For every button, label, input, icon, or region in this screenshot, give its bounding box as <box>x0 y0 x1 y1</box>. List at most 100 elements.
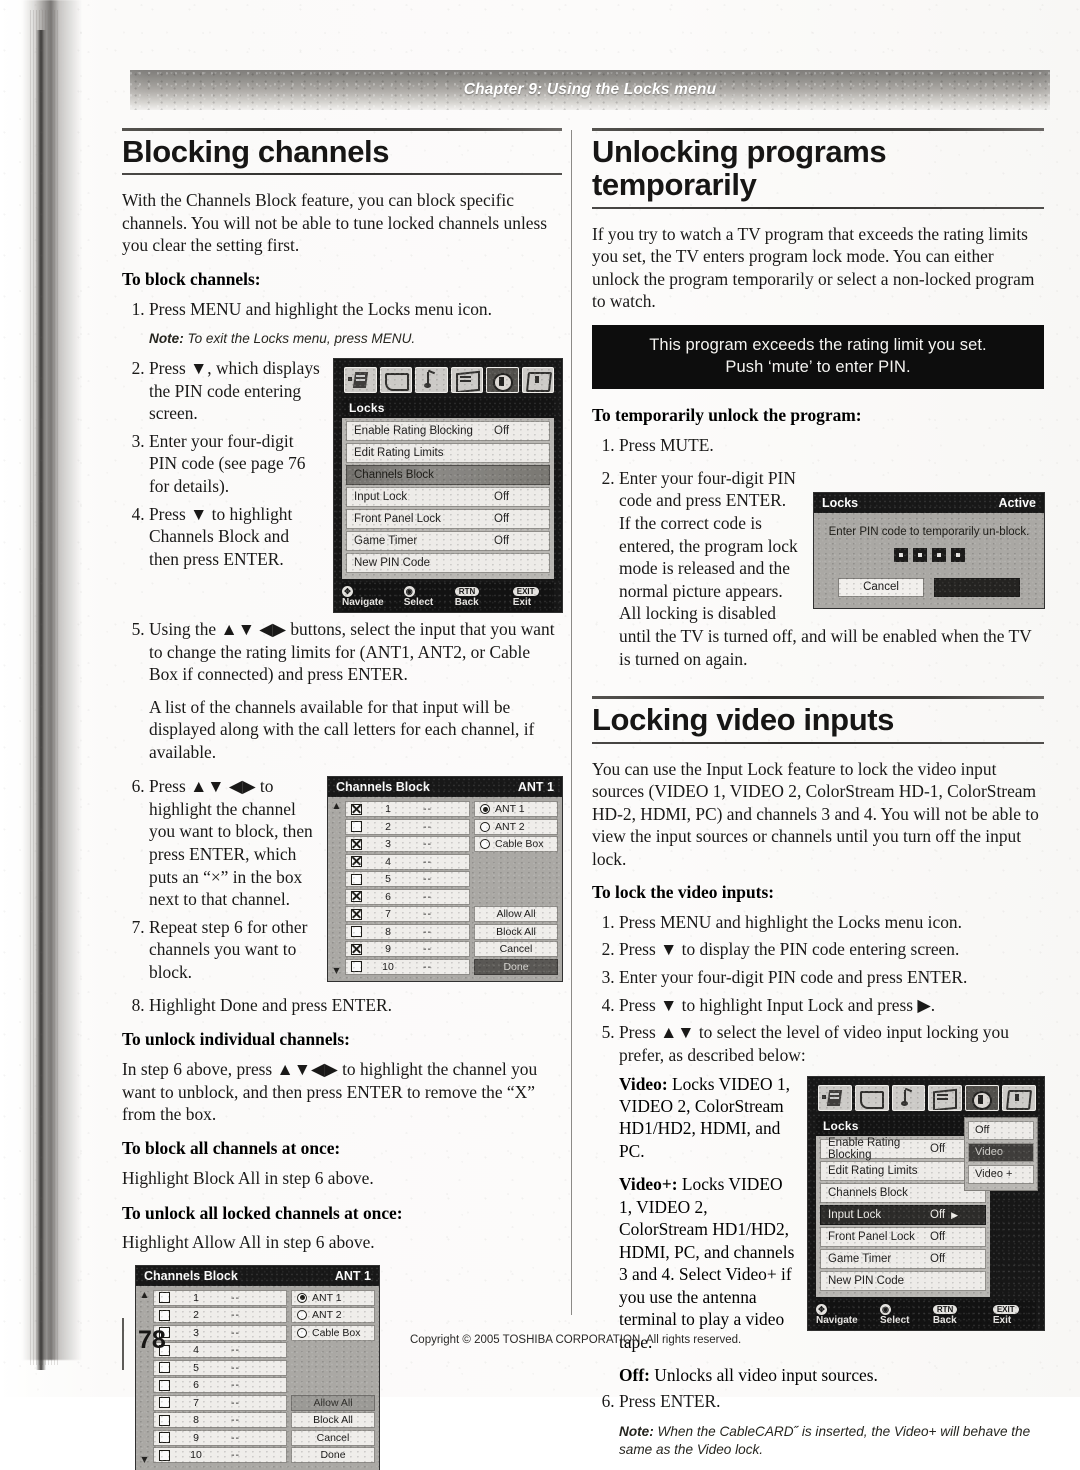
table-row[interactable]: 1 -- <box>153 1289 287 1306</box>
menu-item-input-lock[interactable]: Input Lock Off ▶ <box>820 1204 986 1225</box>
table-row[interactable]: 4 -- <box>345 853 470 870</box>
block-checkbox[interactable] <box>351 821 362 833</box>
menu-item-enable-rating-blocking[interactable]: Enable Rating Blocking Off <box>820 1137 986 1161</box>
input-lock-submenu[interactable]: Off Video Video + <box>964 1116 1038 1191</box>
pin-entry-field[interactable] <box>824 548 1034 563</box>
block-checkbox[interactable] <box>159 1397 170 1409</box>
antenna-icon[interactable] <box>344 366 377 393</box>
block-checkbox[interactable] <box>351 856 362 868</box>
pin-digit-2[interactable] <box>912 548 927 563</box>
menu-item-front-panel-lock[interactable]: Front Panel Lock Off <box>820 1226 986 1247</box>
table-row[interactable]: 2 -- <box>345 818 470 835</box>
table-row[interactable]: 2 -- <box>153 1307 287 1324</box>
menu-item-input-lock[interactable]: Input Lock Off <box>346 486 550 507</box>
pin-digit-1[interactable] <box>893 548 908 563</box>
setup-icon[interactable] <box>1002 1084 1036 1111</box>
block-checkbox[interactable] <box>351 961 362 973</box>
antenna-icon[interactable] <box>818 1084 852 1111</box>
settings-icon[interactable] <box>928 1084 963 1111</box>
menu-item-game-timer[interactable]: Game Timer Off <box>820 1248 986 1269</box>
confirm-button[interactable] <box>934 578 1020 598</box>
block-checkbox[interactable] <box>351 891 362 903</box>
radio-ant-2[interactable]: ANT 2 <box>474 818 558 835</box>
block-checkbox[interactable] <box>351 926 362 938</box>
table-row[interactable]: 10 -- <box>345 958 470 975</box>
radio-cable-box[interactable]: Cable Box <box>291 1324 375 1341</box>
table-row[interactable]: 3 -- <box>153 1324 287 1341</box>
cancel-button[interactable]: Cancel <box>838 578 924 598</box>
table-row[interactable]: 9 -- <box>345 941 470 958</box>
table-row[interactable]: 6 -- <box>153 1377 287 1394</box>
menu-item-front-panel-lock[interactable]: Front Panel Lock Off <box>346 508 550 529</box>
menu-item-edit-rating-limits[interactable]: Edit Rating Limits <box>820 1160 986 1181</box>
block-checkbox[interactable] <box>159 1432 170 1444</box>
scroll-indicator[interactable]: ▲ ▼ <box>332 801 341 976</box>
block-checkbox[interactable] <box>159 1379 170 1391</box>
radio-ant-2[interactable]: ANT 2 <box>291 1307 375 1324</box>
table-row[interactable]: 5 -- <box>345 871 470 888</box>
submenu-option-video[interactable]: Video <box>968 1142 1034 1162</box>
cancel-button[interactable]: Cancel <box>291 1429 375 1446</box>
osd-pin-dialog[interactable]: Locks Active Enter PIN code to temporari… <box>814 492 1044 609</box>
block-all-button[interactable]: Block All <box>291 1412 375 1429</box>
block-checkbox[interactable] <box>159 1449 170 1461</box>
table-row[interactable]: 3 -- <box>345 836 470 853</box>
table-row[interactable]: 1 -- <box>345 801 470 818</box>
block-checkbox[interactable] <box>351 908 362 920</box>
menu-item-new-pin-code[interactable]: New PIN Code <box>820 1270 986 1291</box>
menu-item-edit-rating-limits[interactable]: Edit Rating Limits <box>346 442 550 463</box>
audio-icon[interactable] <box>415 366 448 393</box>
block-checkbox[interactable] <box>351 803 362 815</box>
radio-cable-box[interactable]: Cable Box <box>474 836 558 853</box>
locks-icon[interactable] <box>965 1084 1000 1111</box>
done-button[interactable]: Done <box>291 1447 375 1464</box>
block-checkbox[interactable] <box>159 1414 170 1426</box>
table-row[interactable]: 8 -- <box>153 1412 287 1429</box>
scroll-up-arrow-icon[interactable]: ▲ <box>333 802 339 810</box>
scroll-down-arrow-icon[interactable]: ▼ <box>333 967 339 975</box>
audio-icon[interactable] <box>891 1084 926 1111</box>
table-row[interactable]: 6 -- <box>345 888 470 905</box>
block-checkbox[interactable] <box>351 873 362 885</box>
allow-all-button[interactable]: Allow All <box>291 1394 375 1411</box>
setup-icon[interactable] <box>521 366 554 393</box>
osd-locks-menu-1[interactable]: Locks Enable Rating Blocking Off Edit Ra… <box>334 358 562 612</box>
menu-item-enable-rating-blocking[interactable]: Enable Rating Blocking Off <box>346 420 550 441</box>
block-checkbox[interactable] <box>351 838 362 850</box>
allow-all-button[interactable]: Allow All <box>474 906 558 923</box>
picture-icon[interactable] <box>379 366 412 393</box>
osd-locks-menu-2[interactable]: Locks Enable Rating Blocking Off Edit Ra… <box>808 1076 1044 1330</box>
table-row[interactable]: 9 -- <box>153 1429 287 1446</box>
locks-icon[interactable] <box>486 366 519 393</box>
pin-digit-4[interactable] <box>950 548 965 563</box>
radio-ant-1[interactable]: ANT 1 <box>474 801 558 818</box>
block-all-button[interactable]: Block All <box>474 923 558 940</box>
menu-item-game-timer[interactable]: Game Timer Off <box>346 530 550 551</box>
osd-channels-block-2[interactable]: Channels Block ANT 1 ▲ ▼ 1 -- 2 -- 3 -- 4 --… <box>136 1265 379 1470</box>
scroll-down-arrow-icon[interactable]: ▼ <box>141 1455 147 1464</box>
osd-channels-block-1[interactable]: Channels Block ANT 1 ▲ ▼ 1 -- 2 -- 3 -- 4 --… <box>328 777 562 982</box>
submenu-option-video-plus[interactable]: Video + <box>968 1164 1034 1184</box>
block-checkbox[interactable] <box>159 1292 170 1304</box>
cancel-button[interactable]: Cancel <box>474 941 558 958</box>
pin-digit-3[interactable] <box>931 548 946 563</box>
done-button[interactable]: Done <box>474 958 558 975</box>
block-checkbox[interactable] <box>351 943 362 955</box>
submenu-option-off[interactable]: Off <box>968 1120 1034 1140</box>
block-checkbox[interactable] <box>159 1362 170 1374</box>
table-row[interactable]: 7 -- <box>153 1394 287 1411</box>
table-row[interactable]: 10 -- <box>153 1447 287 1464</box>
table-row[interactable]: 7 -- <box>345 906 470 923</box>
menu-item-channels-block[interactable]: Channels Block <box>820 1182 986 1203</box>
radio-ant-1[interactable]: ANT 1 <box>291 1289 375 1306</box>
menu-item-channels-block[interactable]: Channels Block <box>346 464 550 485</box>
scroll-indicator[interactable]: ▲ ▼ <box>140 1290 149 1465</box>
scroll-up-arrow-icon[interactable]: ▲ <box>141 1290 147 1299</box>
block-checkbox[interactable] <box>159 1309 170 1321</box>
table-row[interactable]: 4 -- <box>153 1342 287 1359</box>
picture-icon[interactable] <box>854 1084 889 1111</box>
menu-item-new-pin-code[interactable]: New PIN Code <box>346 552 550 573</box>
table-row[interactable]: 8 -- <box>345 923 470 940</box>
table-row[interactable]: 5 -- <box>153 1359 287 1376</box>
settings-icon[interactable] <box>450 366 483 393</box>
